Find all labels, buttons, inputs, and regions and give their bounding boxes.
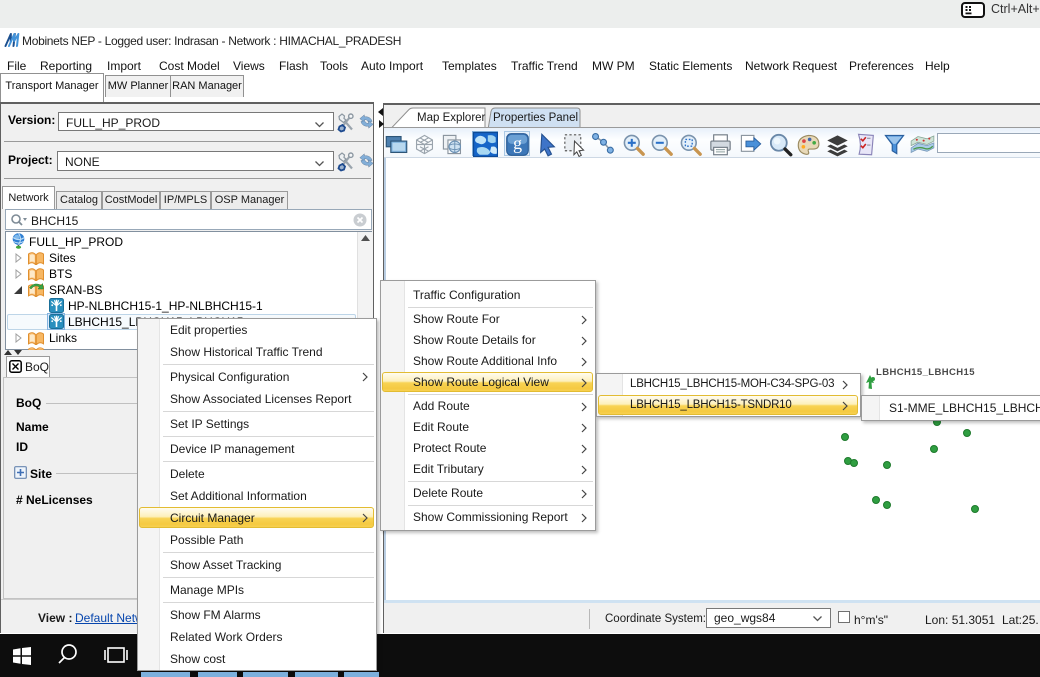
svg-text:g: g xyxy=(513,133,522,153)
